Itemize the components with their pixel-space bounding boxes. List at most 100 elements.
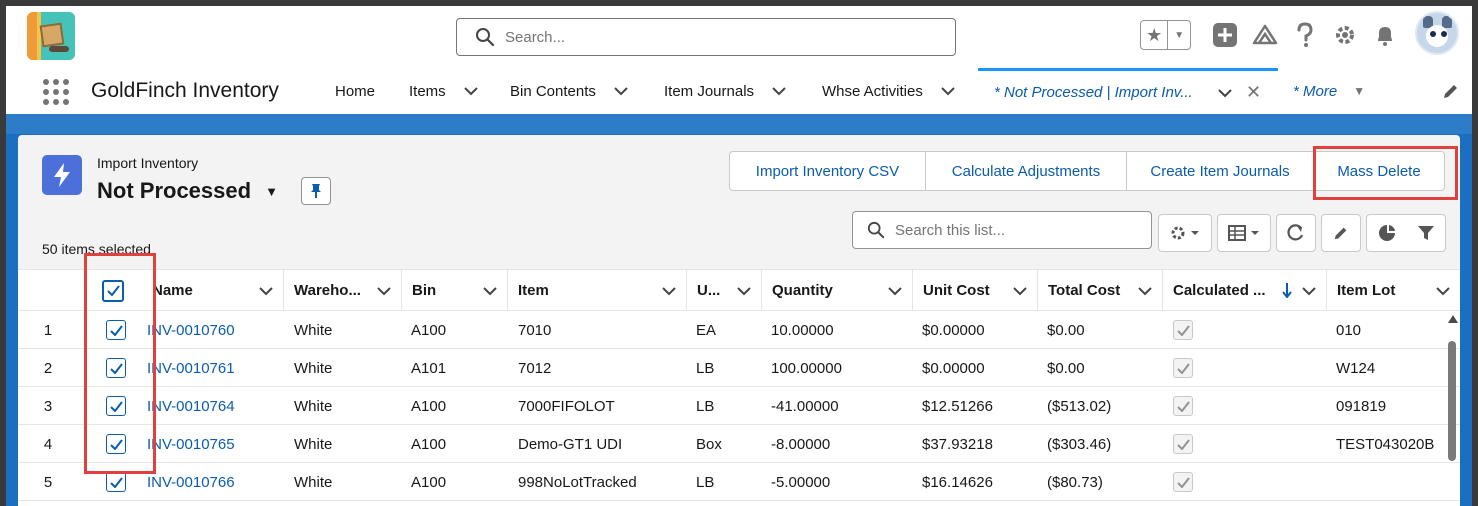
- item-cell: Demo-GT1 UDI: [518, 435, 623, 453]
- nav-item-home[interactable]: Home: [335, 68, 375, 114]
- column-header-unit-cost[interactable]: Unit Cost: [912, 270, 1037, 311]
- chevron-down-icon[interactable]: [1013, 284, 1027, 298]
- column-label: Name: [152, 282, 193, 299]
- chevron-down-icon[interactable]: [1138, 284, 1152, 298]
- list-view-selector[interactable]: Not Processed ▼: [97, 178, 278, 204]
- column-header-name[interactable]: Name: [142, 270, 283, 311]
- row-number: 3: [43, 397, 53, 415]
- chevron-down-icon[interactable]: [614, 84, 628, 98]
- inline-edit-button[interactable]: [1321, 214, 1361, 252]
- column-label: U...: [697, 282, 721, 299]
- close-icon[interactable]: ✕: [1246, 82, 1261, 103]
- scroll-up-arrow-icon[interactable]: [1448, 315, 1458, 323]
- chevron-down-icon[interactable]: [662, 284, 676, 298]
- bin-cell: A100: [411, 435, 447, 453]
- import-inventory-csv-button[interactable]: Import Inventory CSV: [729, 151, 926, 191]
- chevron-down-icon[interactable]: [1218, 86, 1232, 100]
- chevron-down-icon[interactable]: [888, 284, 902, 298]
- chevron-down-icon[interactable]: [1436, 284, 1450, 298]
- record-name-link[interactable]: INV-0010766: [147, 463, 235, 501]
- pin-icon: [311, 184, 321, 198]
- checkmark-icon: [1176, 324, 1190, 336]
- calculate-adjustments-button[interactable]: Calculate Adjustments: [925, 151, 1127, 191]
- row-number: 4: [43, 435, 53, 453]
- column-label: Wareho...: [294, 282, 361, 299]
- table-scrollbar[interactable]: [1446, 311, 1458, 506]
- item-lot-cell: TEST043020B: [1336, 435, 1435, 453]
- add-icon[interactable]: [1211, 21, 1239, 49]
- table-row[interactable]: 2 INV-0010761 White A101 7012 LB 100.000…: [18, 349, 1460, 387]
- star-icon[interactable]: ★: [1141, 21, 1169, 49]
- column-label: Bin: [412, 282, 437, 299]
- chevron-down-icon[interactable]: ▼: [1168, 21, 1190, 49]
- column-header-calculated[interactable]: Calculated ...: [1162, 270, 1326, 311]
- table-row[interactable]: 5 INV-0010766 White A100 998NoLotTracked…: [18, 463, 1460, 501]
- calculated-checkbox: [1173, 387, 1193, 425]
- column-header-item[interactable]: Item: [507, 270, 686, 311]
- column-header-item-lot[interactable]: Item Lot: [1326, 270, 1460, 311]
- sort-descending-icon[interactable]: [1282, 282, 1292, 298]
- record-name-link[interactable]: INV-0010765: [147, 425, 235, 463]
- app-logo[interactable]: [27, 12, 75, 60]
- total-cost-cell: ($513.02): [1047, 397, 1112, 415]
- checkmark-icon: [1176, 438, 1190, 450]
- app-launcher-icon[interactable]: [43, 79, 69, 105]
- chevron-down-icon[interactable]: [737, 284, 751, 298]
- chevron-down-icon[interactable]: [463, 84, 478, 98]
- chart-icon[interactable]: [1378, 224, 1396, 242]
- column-header-bin[interactable]: Bin: [401, 270, 507, 311]
- total-cost-cell: ($80.73): [1047, 473, 1103, 491]
- more-menu[interactable]: * More ▼: [1293, 68, 1365, 114]
- unit-cost-cell: $0.00000: [922, 321, 985, 339]
- total-cost-cell: ($303.46): [1047, 435, 1112, 453]
- app-navigation: GoldFinch Inventory Home Items Bin Conte…: [6, 68, 1472, 114]
- gear-icon[interactable]: [1331, 21, 1359, 49]
- table-row[interactable]: 4 INV-0010765 White A100 Demo-GT1 UDI Bo…: [18, 425, 1460, 463]
- chevron-down-icon[interactable]: [259, 284, 273, 298]
- favorites-button[interactable]: ★ ▼: [1140, 20, 1191, 50]
- chevron-down-icon[interactable]: [483, 284, 497, 298]
- caret-down-icon[interactable]: ▼: [265, 184, 278, 199]
- table-row[interactable]: 1 INV-0010760 White A100 7010 EA 10.0000…: [18, 311, 1460, 349]
- help-icon[interactable]: [1291, 21, 1319, 49]
- trailhead-icon[interactable]: [1251, 21, 1279, 49]
- record-name-link[interactable]: INV-0010760: [147, 311, 235, 349]
- list-settings-button[interactable]: [1158, 214, 1212, 252]
- bell-icon[interactable]: [1371, 21, 1399, 49]
- column-header-quantity[interactable]: Quantity: [761, 270, 912, 311]
- calculated-checkbox: [1173, 349, 1193, 387]
- column-header-warehouse[interactable]: Wareho...: [283, 270, 401, 311]
- record-name-link[interactable]: INV-0010761: [147, 349, 235, 387]
- global-search-input[interactable]: Search...: [456, 18, 956, 56]
- table-header: Name Wareho... Bin Item U... Quantity Un…: [18, 269, 1460, 311]
- chevron-down-icon[interactable]: [1302, 284, 1316, 298]
- column-header-uom[interactable]: U...: [686, 270, 761, 311]
- edit-nav-icon[interactable]: [1442, 82, 1460, 100]
- pin-list-button[interactable]: [301, 177, 331, 205]
- user-avatar[interactable]: [1415, 11, 1459, 55]
- quantity-cell: -8.00000: [771, 435, 831, 453]
- record-name-link[interactable]: INV-0010764: [147, 387, 235, 425]
- list-search-input[interactable]: Search this list...: [852, 211, 1152, 249]
- column-label: Quantity: [772, 282, 833, 299]
- nav-item-bin-contents[interactable]: Bin Contents: [510, 68, 628, 114]
- scrollbar-thumb[interactable]: [1448, 341, 1456, 461]
- chevron-down-icon[interactable]: [941, 84, 955, 98]
- chevron-down-icon[interactable]: [377, 284, 391, 298]
- display-as-button[interactable]: [1217, 214, 1271, 252]
- calculated-checkbox: [1173, 311, 1193, 349]
- app-window: Search... ★ ▼ GoldFinch Inventory Home I…: [6, 6, 1472, 506]
- refresh-button[interactable]: [1276, 214, 1316, 252]
- create-item-journals-button[interactable]: Create Item Journals: [1126, 151, 1314, 191]
- nav-item-items[interactable]: Items: [409, 68, 478, 114]
- caret-down-icon[interactable]: ▼: [1353, 84, 1365, 98]
- item-lot-cell: W124: [1336, 359, 1376, 377]
- filter-icon[interactable]: [1417, 224, 1435, 242]
- table-row[interactable]: 3 INV-0010764 White A100 7000FIFOLOT LB …: [18, 387, 1460, 425]
- nav-item-whse-activities[interactable]: Whse Activities: [822, 68, 955, 114]
- column-header-total-cost[interactable]: Total Cost: [1037, 270, 1162, 311]
- tab-not-processed[interactable]: * Not Processed | Import Inv... ✕: [978, 68, 1278, 114]
- nav-item-item-journals[interactable]: Item Journals: [664, 68, 786, 114]
- row-number: 1: [43, 321, 53, 339]
- chevron-down-icon[interactable]: [772, 84, 786, 98]
